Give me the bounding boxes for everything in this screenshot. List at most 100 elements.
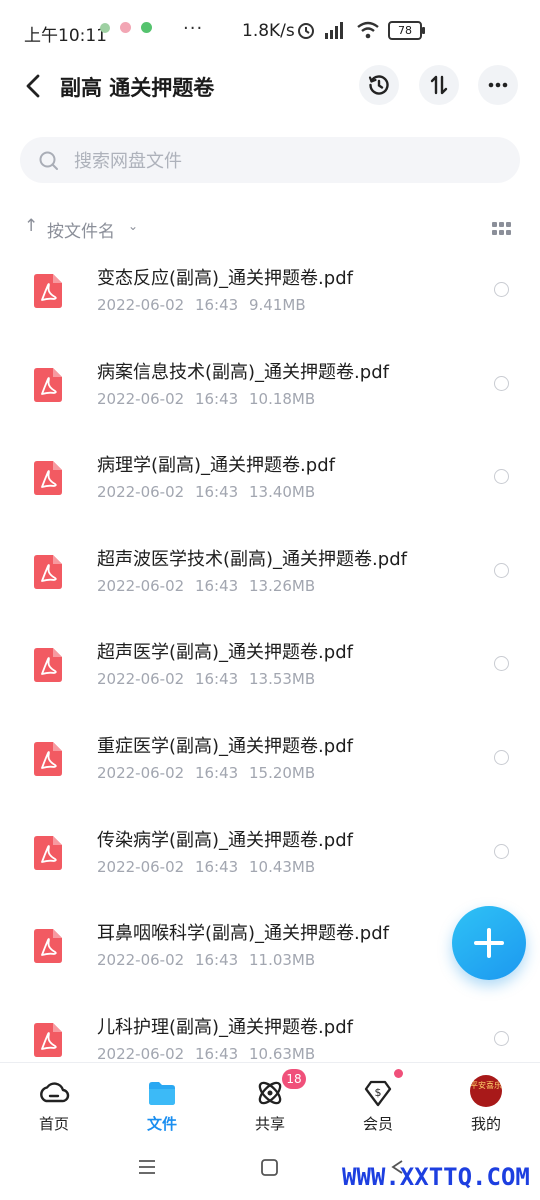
file-row[interactable]: 超声医学(副高)_通关押题卷.pdf 2022-06-02 16:43 13.53… bbox=[0, 624, 540, 717]
header-bar: 副高 通关押题卷 bbox=[0, 60, 540, 116]
file-row[interactable]: 重症医学(副高)_通关押题卷.pdf 2022-06-02 16:43 15.20… bbox=[0, 718, 540, 811]
file-meta: 2022-06-02 16:43 10.63MB bbox=[97, 1045, 315, 1063]
select-radio[interactable] bbox=[494, 1030, 509, 1046]
file-date: 2022-06-02 bbox=[97, 857, 185, 876]
file-date: 2022-06-02 bbox=[97, 951, 185, 970]
sort-by-name-label[interactable]: 按文件名 bbox=[47, 217, 115, 242]
select-radio[interactable] bbox=[494, 656, 509, 672]
wifi-icon bbox=[357, 21, 379, 39]
more-dots-icon bbox=[488, 82, 508, 88]
file-row[interactable]: 超声波医学技术(副高)_通关押题卷.pdf 2022-06-02 16:43 13… bbox=[0, 531, 540, 624]
app-notification-icon bbox=[100, 22, 110, 33]
file-size: 10.18MB bbox=[248, 389, 316, 408]
file-date: 2022-06-02 bbox=[97, 389, 185, 408]
pdf-file-icon bbox=[34, 1022, 62, 1057]
file-meta: 2022-06-02 16:43 15.20MB bbox=[97, 764, 315, 782]
file-name: 变态反应(副高)_通关押题卷.pdf bbox=[97, 268, 353, 289]
network-speed: 1.8K/s bbox=[242, 21, 295, 41]
file-date: 2022-06-02 bbox=[97, 670, 185, 689]
add-fab-button[interactable] bbox=[452, 906, 526, 980]
file-name: 病理学(副高)_通关押题卷.pdf bbox=[97, 455, 335, 477]
status-more-icon: ··· bbox=[183, 18, 204, 39]
status-time: 上午10:11 bbox=[24, 26, 107, 46]
vip-red-dot bbox=[394, 1069, 403, 1078]
pdf-file-icon bbox=[34, 461, 62, 496]
history-clock-icon bbox=[368, 75, 389, 95]
grid-view-icon[interactable] bbox=[492, 222, 512, 236]
vip-diamond-icon: $ bbox=[364, 1080, 392, 1107]
avatar[interactable]: 平安喜乐 bbox=[470, 1075, 502, 1107]
cat-notification-icon bbox=[120, 22, 131, 33]
pdf-file-icon bbox=[34, 554, 62, 589]
file-meta: 2022-06-02 16:43 11.03MB bbox=[97, 951, 315, 969]
bottom-nav: 首页 文件 共享 18 $ 会员 我的 平安喜乐 bbox=[0, 1062, 540, 1141]
file-meta: 2022-06-02 16:43 10.18MB bbox=[97, 390, 315, 408]
nav-home[interactable]: 首页 bbox=[0, 1063, 108, 1141]
file-meta: 2022-06-02 16:43 13.26MB bbox=[97, 577, 315, 595]
shield-notification-icon bbox=[141, 22, 152, 33]
home-square-icon[interactable] bbox=[261, 1159, 278, 1176]
watermark-text: WWW.XXTTQ.COM bbox=[342, 1163, 530, 1191]
select-radio[interactable] bbox=[494, 750, 509, 765]
nav-vip-label: 会员 bbox=[362, 1115, 393, 1133]
sort-swap-icon bbox=[430, 75, 448, 95]
pdf-file-icon bbox=[34, 835, 62, 870]
select-radio[interactable] bbox=[494, 469, 509, 485]
pdf-file-icon bbox=[34, 929, 62, 964]
file-row[interactable]: 病理学(副高)_通关押题卷.pdf 2022-06-02 16:43 13.40M… bbox=[0, 437, 540, 530]
nav-home-label: 首页 bbox=[38, 1115, 69, 1133]
back-chevron-icon[interactable] bbox=[20, 68, 50, 104]
nav-share-label: 共享 bbox=[254, 1115, 285, 1133]
file-row[interactable]: 传染病学(副高)_通关押题卷.pdf 2022-06-02 16:43 10.43… bbox=[0, 812, 540, 905]
file-meta: 2022-06-02 16:43 10.43MB bbox=[97, 858, 315, 876]
sort-direction-icon[interactable]: ↑ bbox=[24, 216, 38, 236]
file-size: 10.43MB bbox=[248, 857, 316, 876]
share-badge: 18 bbox=[282, 1069, 306, 1089]
search-bar[interactable] bbox=[20, 137, 520, 185]
nav-share[interactable]: 共享 bbox=[216, 1063, 324, 1141]
notification-icons bbox=[100, 22, 152, 33]
file-date: 2022-06-02 bbox=[97, 483, 185, 502]
select-radio[interactable] bbox=[494, 375, 509, 391]
select-radio[interactable] bbox=[494, 282, 509, 297]
file-row[interactable]: 变态反应(副高)_通关押题卷.pdf 2022-06-02 16:43 9.41M… bbox=[0, 250, 540, 343]
sort-row: ↑ 按文件名 ⌄ bbox=[0, 210, 540, 246]
system-status-icons: 78 bbox=[296, 20, 425, 40]
file-time: 16:43 bbox=[194, 670, 239, 689]
file-size: 11.03MB bbox=[248, 951, 316, 970]
sort-chevron-down-icon[interactable]: ⌄ bbox=[128, 219, 138, 233]
more-button[interactable] bbox=[478, 65, 518, 105]
file-date: 2022-06-02 bbox=[97, 764, 185, 782]
menu-lines-icon[interactable] bbox=[138, 1160, 156, 1174]
history-button[interactable] bbox=[359, 65, 399, 105]
svg-text:$: $ bbox=[375, 1086, 382, 1099]
file-name: 儿科护理(副高)_通关押题卷.pdf bbox=[97, 1016, 353, 1038]
file-name: 耳鼻咽喉科学(副高)_通关押题卷.pdf bbox=[97, 923, 389, 945]
pdf-file-icon bbox=[34, 648, 62, 683]
select-radio[interactable] bbox=[494, 843, 509, 859]
file-row[interactable]: 病案信息技术(副高)_通关押题卷.pdf 2022-06-02 16:43 10.… bbox=[0, 344, 540, 437]
nav-files-label: 文件 bbox=[146, 1115, 177, 1133]
nav-vip[interactable]: $ 会员 bbox=[324, 1063, 432, 1141]
sort-toggle-button[interactable] bbox=[419, 65, 459, 105]
file-size: 13.40MB bbox=[248, 483, 316, 502]
folder-icon bbox=[149, 1082, 175, 1105]
pdf-file-icon bbox=[34, 742, 62, 776]
signal-icon bbox=[325, 22, 343, 39]
file-meta: 2022-06-02 16:43 13.40MB bbox=[97, 483, 315, 501]
file-name: 超声医学(副高)_通关押题卷.pdf bbox=[97, 642, 353, 664]
pdf-file-icon bbox=[34, 274, 62, 308]
search-input[interactable] bbox=[72, 137, 496, 185]
nav-files[interactable]: 文件 bbox=[108, 1063, 216, 1141]
file-name: 病案信息技术(副高)_通关押题卷.pdf bbox=[97, 361, 389, 383]
nav-me-label: 我的 bbox=[470, 1115, 501, 1133]
page-title: 副高 通关押题卷 bbox=[60, 76, 215, 100]
file-size: 13.53MB bbox=[248, 670, 316, 689]
file-date: 2022-06-02 bbox=[97, 296, 185, 314]
plus-icon bbox=[474, 928, 504, 958]
file-time: 16:43 bbox=[194, 764, 239, 782]
file-time: 16:43 bbox=[194, 296, 239, 314]
file-time: 16:43 bbox=[194, 483, 239, 502]
select-radio[interactable] bbox=[494, 562, 509, 578]
share-atom-icon bbox=[258, 1081, 282, 1105]
